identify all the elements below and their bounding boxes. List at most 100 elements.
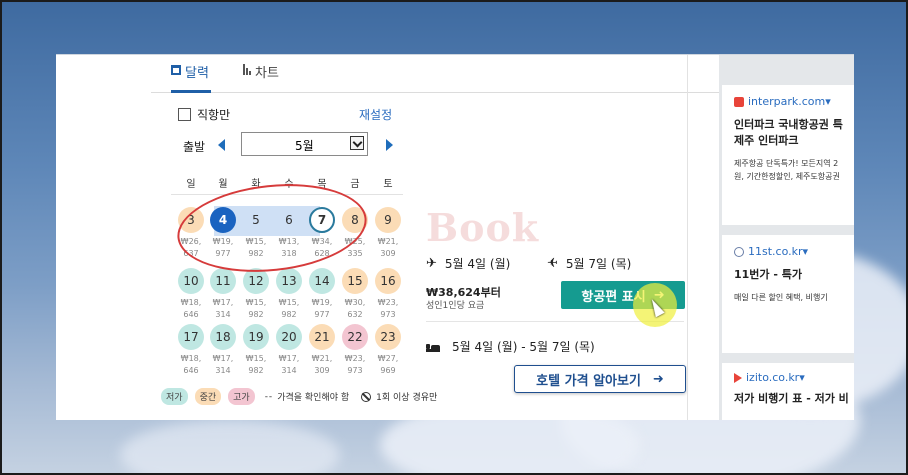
return-date: 5월 7일 (목) bbox=[565, 257, 632, 271]
price-part: 314 bbox=[215, 310, 231, 319]
calendar-day-cell[interactable]: 21 ₩21, 309 bbox=[306, 324, 338, 388]
price-part: ₩23, bbox=[377, 298, 399, 307]
calendar-day-number[interactable]: 10 bbox=[178, 268, 204, 294]
calendar-day-number[interactable]: 18 bbox=[210, 324, 236, 350]
tab-chart[interactable]: 차트 bbox=[243, 62, 279, 93]
watermark-text: Book bbox=[426, 205, 540, 250]
calendar-day-number[interactable]: 9 bbox=[375, 207, 401, 233]
chevron-down-icon[interactable] bbox=[350, 136, 364, 150]
calendar-day-cell[interactable]: 15 ₩30, 632 bbox=[339, 268, 371, 332]
ad-title[interactable]: 저가 비행기 표 - 저가 비 bbox=[734, 391, 849, 407]
legend-stopover: 1회 이상 경유만 bbox=[376, 393, 438, 403]
month-select[interactable]: 5월 bbox=[241, 132, 368, 156]
price-part: ₩18, bbox=[180, 354, 202, 363]
price-part: ₩23, bbox=[344, 354, 366, 363]
price-part: ₩30, bbox=[344, 298, 366, 307]
calendar-day-price: ₩17, 314 bbox=[207, 297, 239, 321]
next-month-icon[interactable] bbox=[386, 139, 393, 151]
departure-label: 출발 bbox=[183, 140, 206, 154]
tab-calendar-label: 달력 bbox=[185, 66, 209, 81]
calendar-day-cell[interactable]: 11 ₩17, 314 bbox=[207, 268, 239, 332]
ad-izito[interactable]: izito.co.kr▾ 저가 비행기 표 - 저가 비 bbox=[722, 363, 854, 420]
calendar-day-number[interactable]: 13 bbox=[276, 268, 302, 294]
ad-11st[interactable]: 11st.co.kr▾ 11번가 - 특가 매일 다른 할인 혜택, 비행기 bbox=[722, 235, 854, 353]
return-info: ✈ 5월 7일 (목) bbox=[547, 255, 631, 272]
calendar-day-number[interactable]: 14 bbox=[309, 268, 335, 294]
price-part: ₩27, bbox=[377, 354, 399, 363]
direct-only-checkbox[interactable] bbox=[178, 108, 191, 121]
tab-chart-label: 차트 bbox=[255, 66, 279, 81]
ad-domain-link[interactable]: 11st.co.kr▾ bbox=[734, 245, 808, 258]
price-part: 335 bbox=[347, 249, 363, 258]
calendar-day-number[interactable]: 20 bbox=[276, 324, 302, 350]
departure-plane-icon: ✈ bbox=[426, 256, 437, 271]
weekday-label: 금 bbox=[350, 179, 360, 190]
calendar-day-price: ₩17, 314 bbox=[273, 353, 305, 377]
calendar-day-cell[interactable]: 14 ₩19, 977 bbox=[306, 268, 338, 332]
ad-description: 매일 다른 할인 혜택, 비행기 bbox=[734, 293, 828, 302]
price-part: 646 bbox=[183, 310, 199, 319]
calendar-day-price: ₩21, 309 bbox=[306, 353, 338, 377]
calendar-day-cell[interactable]: 22 ₩23, 973 bbox=[339, 324, 371, 388]
legend-high: 고가 bbox=[228, 388, 255, 405]
ad-domain-text: 11st.co.kr▾ bbox=[748, 245, 809, 258]
calendar-day-number[interactable]: 23 bbox=[375, 324, 401, 350]
calendar-day-price: ₩27, 969 bbox=[372, 353, 404, 377]
ad-domain-text: interpark.com▾ bbox=[748, 95, 831, 108]
ad-title[interactable]: 11번가 - 특가 bbox=[734, 267, 802, 283]
price-part: 314 bbox=[215, 366, 231, 375]
ad-title[interactable]: 제주 인터파크 bbox=[734, 133, 799, 149]
ad-domain-link[interactable]: interpark.com▾ bbox=[734, 95, 831, 108]
dash-icon: -- bbox=[264, 391, 274, 402]
calendar-day-price: ₩18, 646 bbox=[175, 353, 207, 377]
calendar-day-cell[interactable]: 19 ₩15, 982 bbox=[240, 324, 272, 388]
price-legend: 저가 중간 고가 -- 가격을 확인해야 함 1회 이상 경유만 bbox=[161, 388, 437, 405]
search-window: 달력 차트 직항만 재설정 출발 5월 일월화수목금토 3 ₩26, 637 4 ₩19… bbox=[56, 54, 854, 420]
calendar-day-cell[interactable]: 20 ₩17, 314 bbox=[273, 324, 305, 388]
outbound-date: 5월 4일 (월) bbox=[444, 257, 511, 271]
calendar-day-price: ₩18, 646 bbox=[175, 297, 207, 321]
price-part: 309 bbox=[314, 366, 330, 375]
price-part: ₩15, bbox=[278, 298, 300, 307]
direct-only-label: 직항만 bbox=[197, 108, 231, 122]
calendar-day-cell[interactable]: 9 ₩21, 309 bbox=[372, 207, 404, 271]
price-part: 977 bbox=[314, 310, 330, 319]
weekday-label: 월 bbox=[218, 179, 228, 190]
trip-price-note: 성인1인당 요금 bbox=[426, 301, 485, 311]
weekday-label: 일 bbox=[186, 179, 196, 190]
calendar-day-cell[interactable]: 18 ₩17, 314 bbox=[207, 324, 239, 388]
calendar-day-cell[interactable]: 16 ₩23, 973 bbox=[372, 268, 404, 332]
calendar-day-cell[interactable]: 13 ₩15, 982 bbox=[273, 268, 305, 332]
calendar-day-number[interactable]: 17 bbox=[178, 324, 204, 350]
calendar-day-number[interactable]: 11 bbox=[210, 268, 236, 294]
ad-interpark[interactable]: interpark.com▾ 인터파크 국내항공권 특 제주 인터파크 제주항공… bbox=[722, 85, 854, 225]
ad-title[interactable]: 인터파크 국내항공권 특 bbox=[734, 117, 843, 133]
arrival-plane-icon: ✈ bbox=[547, 256, 558, 271]
calendar-day-number[interactable]: 19 bbox=[243, 324, 269, 350]
direct-only-filter[interactable]: 직항만 bbox=[178, 106, 230, 123]
price-part: 982 bbox=[281, 310, 297, 319]
calendar-day-number[interactable]: 16 bbox=[375, 268, 401, 294]
price-part: 646 bbox=[183, 366, 199, 375]
ad-domain-link[interactable]: izito.co.kr▾ bbox=[734, 371, 805, 384]
price-part: ₩21, bbox=[311, 354, 333, 363]
reset-link[interactable]: 재설정 bbox=[359, 106, 392, 123]
calendar-day-cell[interactable]: 12 ₩15, 982 bbox=[240, 268, 272, 332]
calendar-day-cell[interactable]: 17 ₩18, 646 bbox=[175, 324, 207, 388]
calendar-day-number[interactable]: 15 bbox=[342, 268, 368, 294]
calendar-day-cell[interactable]: 10 ₩18, 646 bbox=[175, 268, 207, 332]
flight-search-panel: 달력 차트 직항만 재설정 출발 5월 일월화수목금토 3 ₩26, 637 4 ₩19… bbox=[151, 55, 763, 420]
calendar-day-cell[interactable]: 23 ₩27, 969 bbox=[372, 324, 404, 388]
price-part: 982 bbox=[248, 310, 264, 319]
prev-month-icon[interactable] bbox=[218, 139, 225, 151]
calendar-day-number[interactable]: 21 bbox=[309, 324, 335, 350]
hotel-price-button[interactable]: 호텔 가격 알아보기 ➜ bbox=[514, 365, 686, 393]
tab-calendar[interactable]: 달력 bbox=[171, 62, 211, 93]
price-part: 969 bbox=[380, 366, 396, 375]
calendar-day-number[interactable]: 22 bbox=[342, 324, 368, 350]
arrow-right-icon: ➜ bbox=[652, 371, 664, 387]
calendar-icon bbox=[171, 65, 181, 75]
calendar-day-price: ₩15, 982 bbox=[273, 297, 305, 321]
hotel-price-label: 호텔 가격 알아보기 bbox=[536, 373, 641, 389]
calendar-day-price: ₩15, 982 bbox=[240, 353, 272, 377]
